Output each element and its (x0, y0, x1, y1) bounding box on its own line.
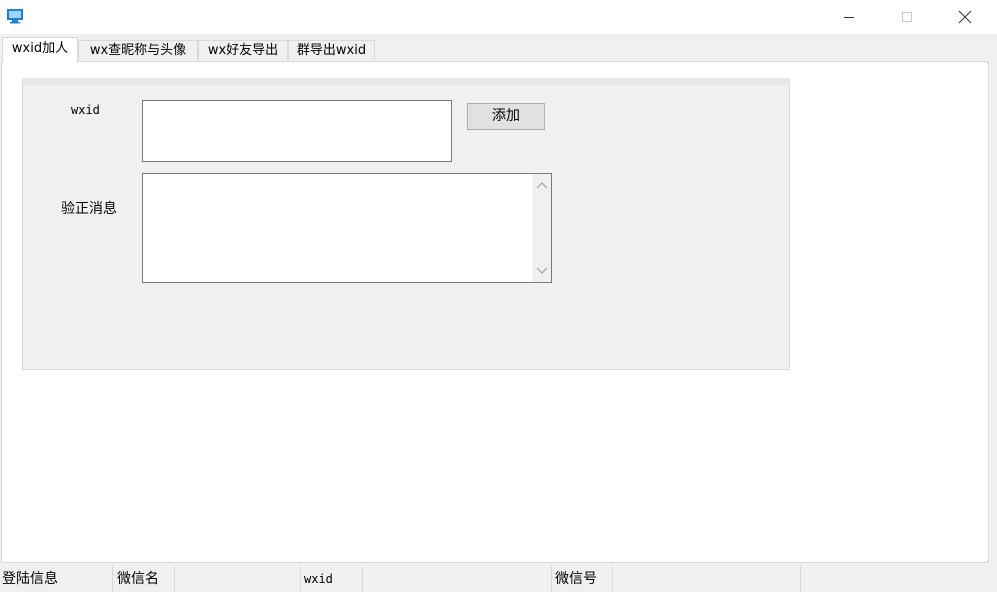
status-extra (803, 566, 995, 592)
close-button[interactable] (942, 0, 988, 34)
tab-wxid-add[interactable]: wxid加人 (2, 37, 78, 63)
verify-message-label: 验正消息 (61, 201, 117, 217)
minimize-icon (844, 17, 854, 18)
status-wxid-value (365, 566, 552, 592)
status-wechat-name-label: 微信名 (117, 566, 175, 592)
tab-page-wxid-add: wxid 添加 验正消息 (1, 61, 989, 563)
minimize-button[interactable] (826, 0, 872, 34)
status-wxid-label: wxid (304, 566, 363, 592)
status-wechat-id-value (615, 566, 801, 592)
title-bar (0, 0, 997, 34)
status-bar: 登陆信息 微信名 wxid 微信号 (0, 566, 997, 592)
wxid-input[interactable] (142, 100, 452, 162)
tab-wx-friends-export[interactable]: wx好友导出 (198, 40, 288, 60)
status-wechat-id-label: 微信号 (555, 566, 613, 592)
wxid-label: wxid (71, 103, 100, 117)
chevron-down-icon[interactable] (536, 267, 548, 275)
vertical-scrollbar[interactable] (533, 174, 551, 282)
chevron-up-icon[interactable] (536, 181, 548, 189)
tab-label: wxid加人 (11, 41, 69, 56)
tab-label: wx好友导出 (207, 43, 279, 58)
app-monitor-icon (6, 8, 24, 24)
maximize-icon (902, 12, 912, 22)
add-friend-panel: wxid 添加 验正消息 (22, 78, 790, 370)
tab-wx-nickname-avatar[interactable]: wx查昵称与头像 (78, 40, 198, 60)
status-wechat-name-value (177, 566, 301, 592)
verify-message-textarea[interactable] (142, 173, 552, 283)
status-login-info: 登陆信息 (2, 566, 113, 592)
close-icon (958, 10, 972, 24)
add-button[interactable]: 添加 (467, 103, 545, 130)
tab-strip: wxid加人 wx查昵称与头像 wx好友导出 群导出wxid (0, 34, 997, 63)
tab-group-export-wxid[interactable]: 群导出wxid (288, 40, 375, 60)
tab-label: 群导出wxid (296, 43, 367, 58)
maximize-button[interactable] (884, 0, 930, 34)
tab-label: wx查昵称与头像 (89, 43, 187, 58)
